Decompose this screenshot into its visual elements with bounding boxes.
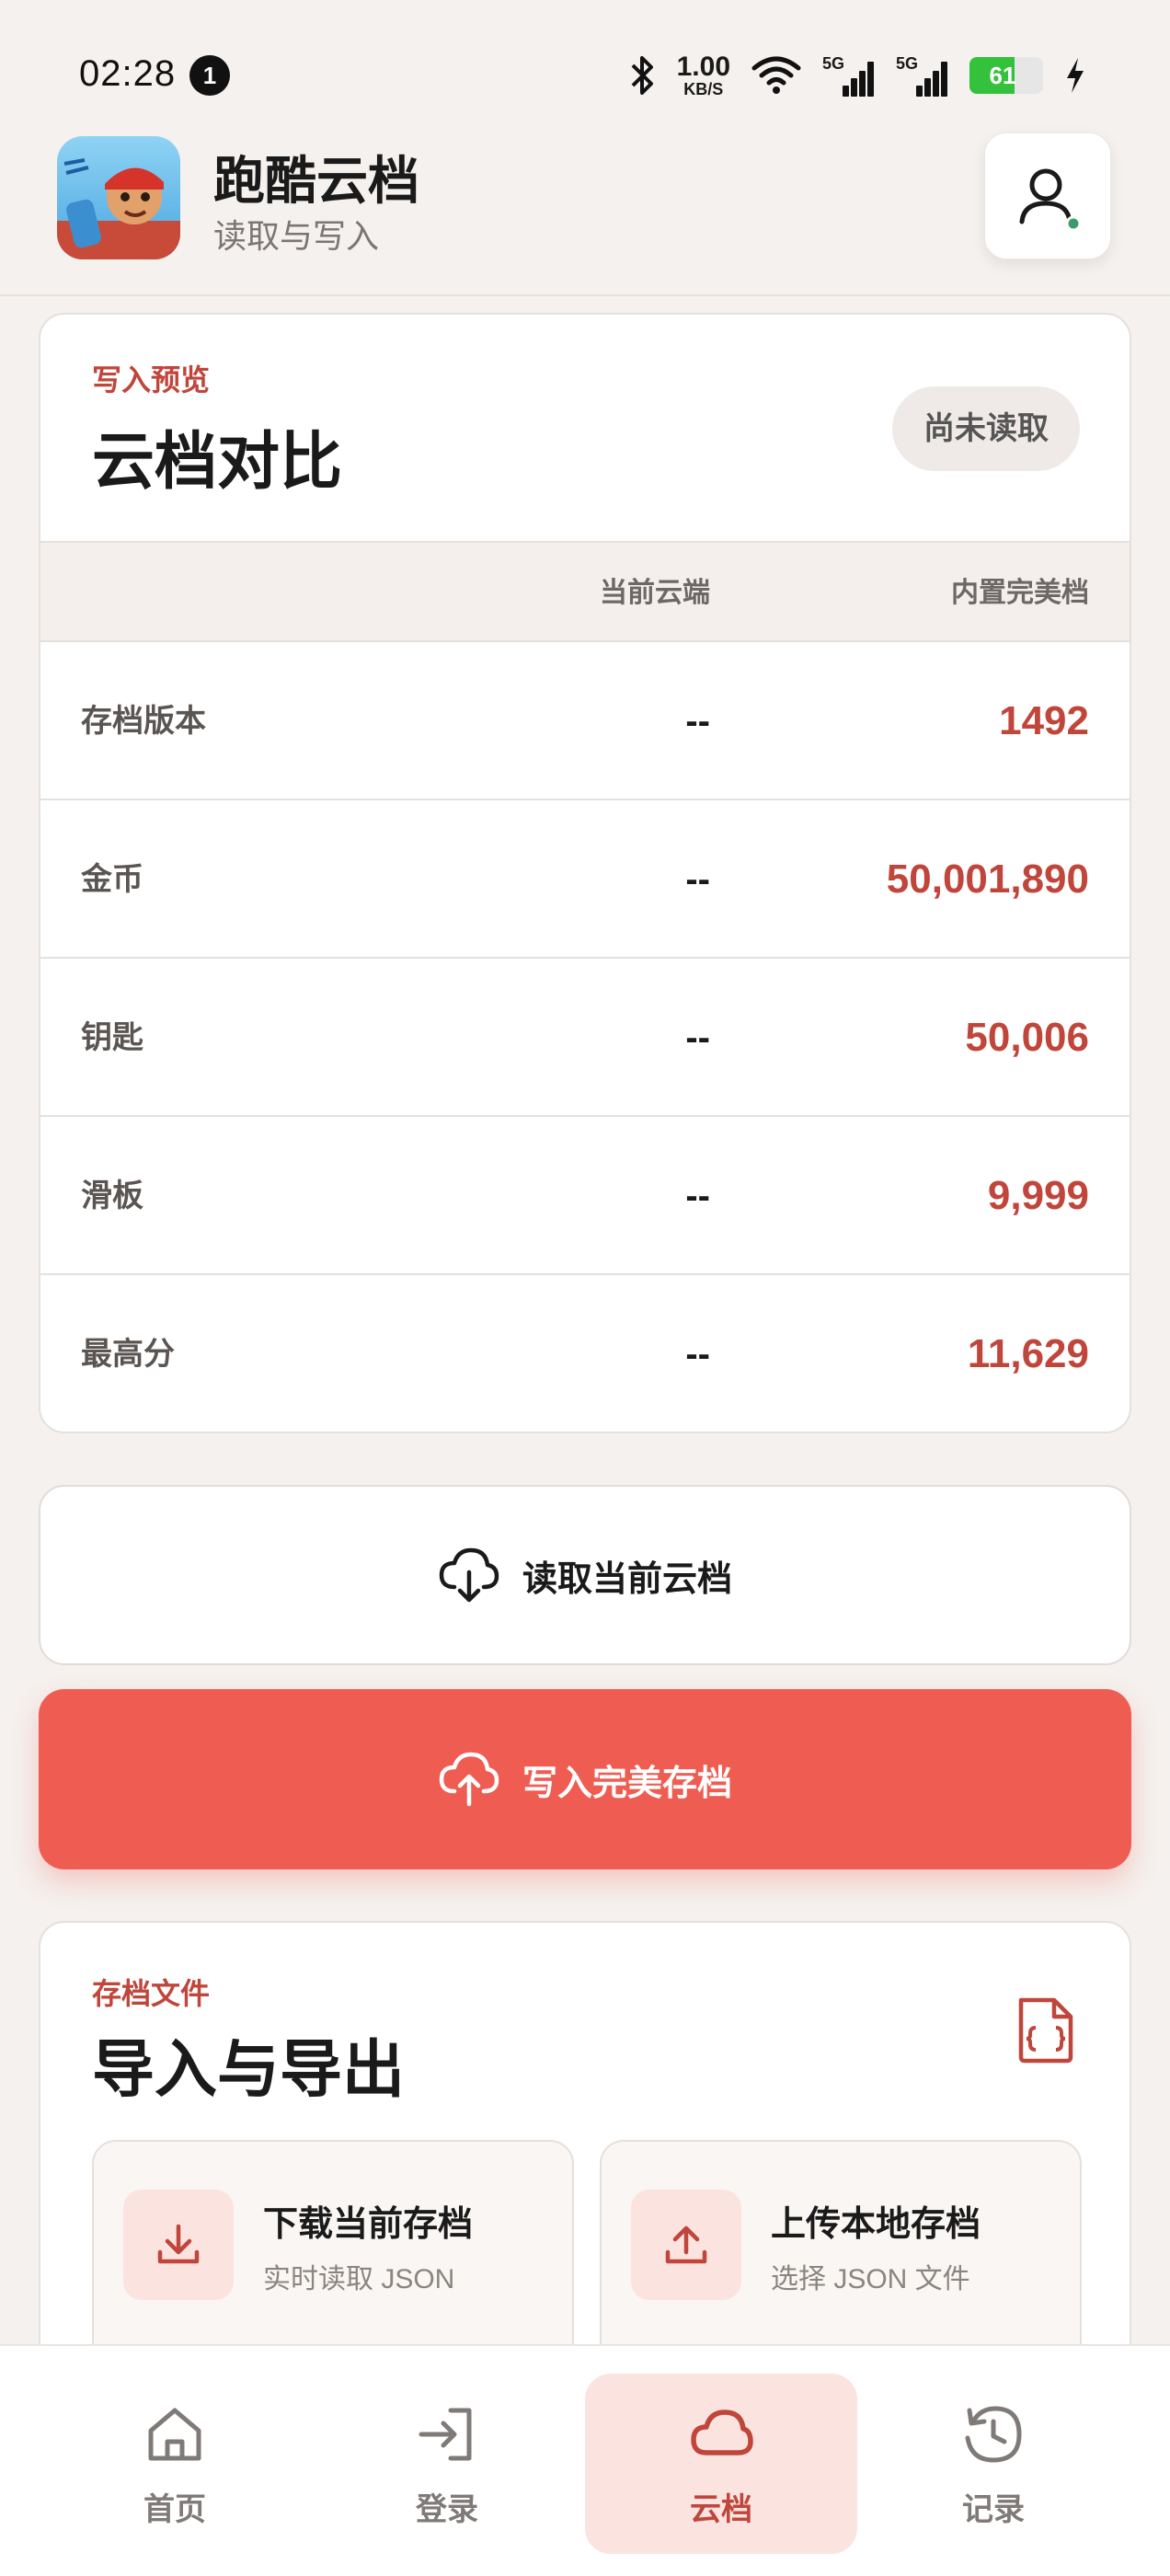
row-current-value: -- — [685, 1334, 710, 1374]
signal-1-label: 5G — [822, 54, 845, 73]
row-label: 最高分 — [81, 1337, 175, 1372]
history-icon — [965, 2406, 1022, 2463]
row-label: 存档版本 — [81, 704, 206, 739]
compare-row-highscore: 最高分 -- 11,629 — [40, 1275, 1130, 1432]
row-perfect-value: 1492 — [999, 698, 1089, 743]
app-subtitle: 读取与写入 — [213, 217, 380, 255]
cloud-download-icon — [439, 1547, 499, 1603]
read-cloud-save-label: 读取当前云档 — [522, 1559, 732, 1599]
nav-item-home[interactable]: 首页 — [39, 2374, 311, 2554]
read-status-badge: 尚未读取 — [892, 386, 1080, 471]
compare-row-coins: 金币 -- 50,001,890 — [40, 800, 1130, 959]
files-title: 导入与导出 — [92, 2035, 406, 2105]
json-file-icon — [1018, 1997, 1073, 2064]
compare-eyebrow: 写入预览 — [92, 363, 211, 397]
row-perfect-value: 9,999 — [987, 1173, 1089, 1218]
nav-label-history: 记录 — [962, 2492, 1025, 2527]
signal-2-label: 5G — [896, 54, 919, 73]
bottom-navigation: 首页 登录 云档 记录 — [0, 2344, 1170, 2576]
nav-item-history[interactable]: 记录 — [857, 2374, 1130, 2554]
row-perfect-value: 50,001,890 — [886, 857, 1089, 902]
column-perfect-save: 内置完美档 — [951, 578, 1089, 608]
user-icon — [1019, 168, 1082, 232]
network-speed-unit: KB/S — [683, 80, 724, 98]
app-title: 跑酷云档 — [213, 152, 419, 210]
read-cloud-save-button[interactable]: 读取当前云档 — [39, 1485, 1131, 1665]
cellular-signal-2: 5G — [896, 54, 949, 97]
nav-item-login[interactable]: 登录 — [311, 2374, 583, 2554]
compare-title: 云档对比 — [92, 427, 343, 497]
bluetooth-icon — [631, 56, 653, 95]
cellular-signal-1: 5G — [822, 54, 876, 97]
account-button[interactable] — [984, 132, 1111, 259]
write-perfect-save-button[interactable]: 写入完美存档 — [39, 1689, 1131, 1869]
status-bar: 02:28 1 1.00 KB/S 5G 5G 61 — [0, 0, 1170, 129]
app-logo — [57, 136, 180, 259]
row-perfect-value: 11,629 — [967, 1331, 1089, 1376]
nav-label-home: 首页 — [143, 2492, 206, 2527]
app-screen: 02:28 1 1.00 KB/S 5G 5G 61 跑酷云档 读取与写入 写入… — [0, 0, 1170, 2576]
nav-label-cloud: 云档 — [690, 2492, 752, 2527]
cloud-upload-icon — [439, 1752, 499, 1807]
notification-badge: 1 — [189, 55, 230, 96]
login-icon — [419, 2408, 472, 2461]
write-perfect-save-label: 写入完美存档 — [522, 1764, 732, 1803]
network-speed-value: 1.00 — [676, 52, 730, 82]
compare-row-version: 存档版本 -- 1492 — [40, 642, 1130, 800]
download-icon — [157, 2224, 200, 2264]
battery-level: 61 — [989, 62, 1016, 89]
row-current-value: -- — [685, 859, 710, 900]
download-save-title: 下载当前存档 — [263, 2205, 474, 2244]
status-icons: 1.00 KB/S 5G 5G 61 — [629, 48, 1087, 103]
upload-save-title: 上传本地存档 — [771, 2205, 981, 2244]
compare-row-keys: 钥匙 -- 50,006 — [40, 959, 1130, 1117]
upload-icon — [665, 2225, 707, 2264]
network-speed: 1.00 KB/S — [677, 53, 730, 98]
row-current-value: -- — [685, 1176, 710, 1216]
app-header: 跑酷云档 读取与写入 — [0, 129, 1170, 296]
row-label: 金币 — [81, 862, 143, 897]
compare-row-boards: 滑板 -- 9,999 — [40, 1117, 1130, 1275]
row-label: 滑板 — [81, 1179, 143, 1213]
compare-table-header: 当前云端 内置完美档 — [40, 541, 1130, 642]
row-current-value: -- — [685, 701, 710, 742]
row-perfect-value: 50,006 — [965, 1015, 1089, 1060]
row-current-value: -- — [685, 1018, 710, 1058]
upload-icon-box — [631, 2190, 741, 2300]
battery-indicator: 61 — [969, 57, 1043, 94]
nav-label-login: 登录 — [416, 2492, 478, 2527]
compare-card: 写入预览 云档对比 尚未读取 当前云端 内置完美档 存档版本 -- 1492 金… — [39, 313, 1131, 1433]
upload-save-subtitle: 选择 JSON 文件 — [771, 2264, 970, 2294]
status-time: 02:28 — [79, 53, 177, 94]
home-icon — [148, 2408, 201, 2461]
nav-item-cloud[interactable]: 云档 — [585, 2374, 857, 2554]
download-save-subtitle: 实时读取 JSON — [263, 2264, 455, 2294]
column-current-cloud: 当前云端 — [600, 578, 710, 608]
cloud-icon — [691, 2409, 753, 2455]
row-label: 钥匙 — [81, 1020, 143, 1055]
charging-icon — [1067, 58, 1084, 93]
wifi-icon — [751, 56, 801, 94]
files-eyebrow: 存档文件 — [92, 1977, 211, 2010]
download-icon-box — [123, 2190, 234, 2300]
